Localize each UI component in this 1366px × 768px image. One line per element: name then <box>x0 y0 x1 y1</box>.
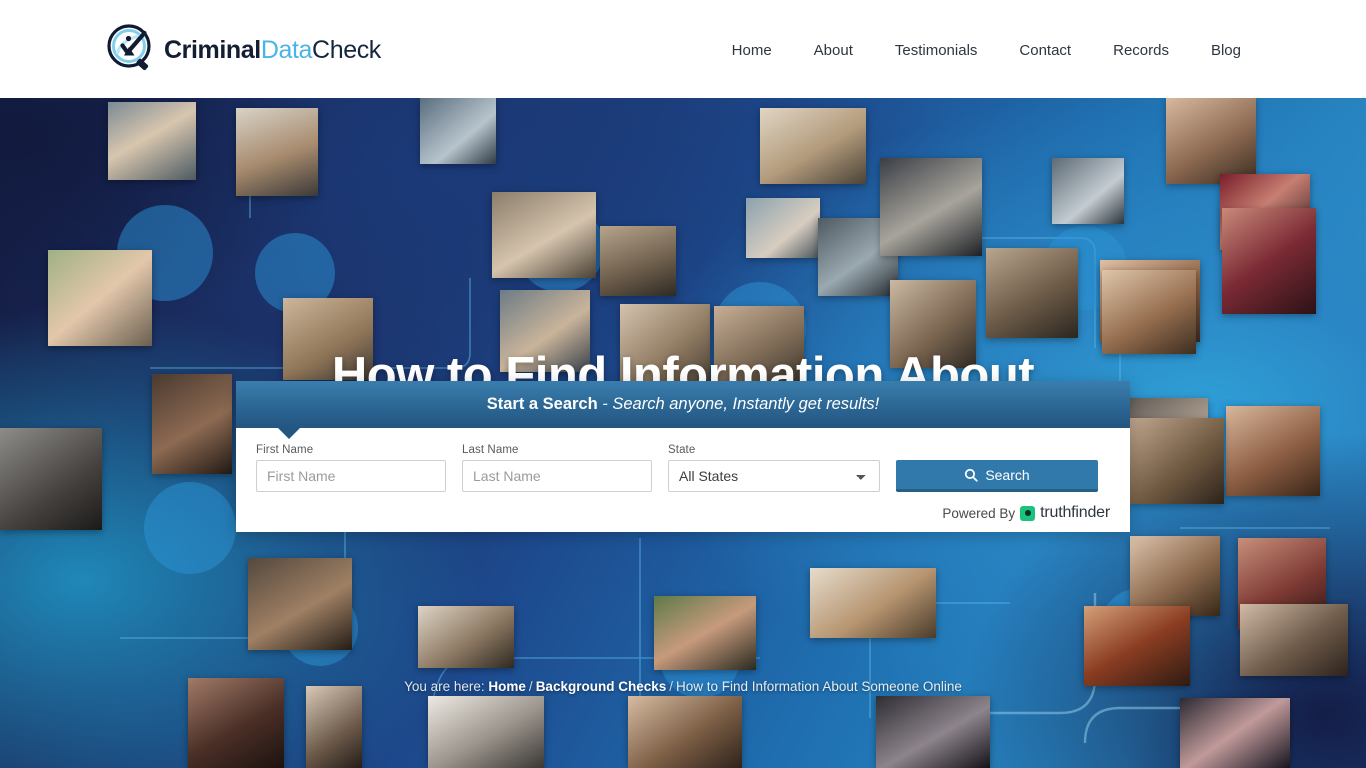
face-tile <box>306 686 362 768</box>
face-tile <box>876 696 990 768</box>
site-header: CriminalDataCheck Home About Testimonial… <box>0 0 1366 98</box>
nav-item-about[interactable]: About <box>793 36 874 65</box>
powered-by-label: Powered By <box>942 505 1016 521</box>
main-navigation: Home About Testimonials Contact Records … <box>711 36 1262 65</box>
face-tile <box>654 596 756 670</box>
face-tile <box>810 568 936 638</box>
breadcrumb: You are here: Home / Background Checks / How… <box>0 679 1366 694</box>
search-widget: Start a Search - Search anyone, Instantl… <box>236 381 1130 532</box>
face-tile <box>428 696 544 768</box>
state-label: State <box>668 444 696 456</box>
last-name-label: Last Name <box>462 444 519 456</box>
face-tile <box>248 558 352 650</box>
nav-item-records[interactable]: Records <box>1092 36 1190 65</box>
nav-item-contact[interactable]: Contact <box>998 36 1092 65</box>
face-tile <box>108 102 196 180</box>
last-name-field-group: Last Name <box>462 444 652 492</box>
search-widget-body: First Name Last Name State All States Se… <box>236 428 1130 532</box>
face-tile <box>880 158 982 256</box>
people-search-form: First Name Last Name State All States Se… <box>256 444 1110 492</box>
site-logo[interactable]: CriminalDataCheck <box>104 22 381 78</box>
search-button[interactable]: Search <box>896 460 1098 492</box>
face-tile <box>492 192 596 278</box>
powered-by: Powered By truthfinder <box>256 504 1110 522</box>
first-name-label: First Name <box>256 444 314 456</box>
face-tile <box>628 696 742 768</box>
breadcrumb-separator: / <box>669 679 673 694</box>
face-tile <box>600 226 676 296</box>
last-name-input[interactable] <box>462 460 652 492</box>
face-tile <box>1052 158 1124 224</box>
first-name-field-group: First Name <box>256 444 446 492</box>
face-tile <box>1222 208 1316 314</box>
search-header-tagline: - Search anyone, Instantly get results! <box>597 395 880 413</box>
magnifier-check-icon <box>104 22 160 78</box>
first-name-input[interactable] <box>256 460 446 492</box>
face-tile <box>418 606 514 668</box>
face-tile <box>986 248 1078 338</box>
breadcrumb-link-home[interactable]: Home <box>488 679 526 694</box>
face-tile <box>1240 604 1348 676</box>
face-tile <box>1130 536 1220 616</box>
breadcrumb-link-section[interactable]: Background Checks <box>536 679 667 694</box>
nav-item-home[interactable]: Home <box>711 36 793 65</box>
brand-part-1: Criminal <box>164 35 261 64</box>
search-icon <box>965 468 978 482</box>
nav-item-testimonials[interactable]: Testimonials <box>874 36 999 65</box>
brand-part-3: Check <box>312 35 381 64</box>
state-field-group: State All States <box>668 444 880 492</box>
face-tile <box>420 98 496 164</box>
brand-part-2: Data <box>260 35 313 64</box>
search-widget-header: Start a Search - Search anyone, Instantl… <box>236 381 1130 439</box>
nav-item-blog[interactable]: Blog <box>1190 36 1262 65</box>
face-tile <box>1084 606 1190 686</box>
face-tile <box>1180 698 1290 768</box>
face-tile <box>760 108 866 184</box>
header-pointer-arrow <box>278 428 300 439</box>
truthfinder-eye-icon <box>1020 505 1036 521</box>
breadcrumb-prefix: You are here: <box>404 679 485 694</box>
breadcrumb-current: How to Find Information About Someone On… <box>676 679 962 694</box>
face-tile <box>236 108 318 196</box>
state-select[interactable]: All States <box>668 460 880 492</box>
face-tile <box>48 250 152 346</box>
brand-wordmark: CriminalDataCheck <box>164 36 381 65</box>
face-tile <box>1166 98 1256 184</box>
truthfinder-brand: truthfinder <box>1040 504 1110 521</box>
breadcrumb-separator: / <box>528 679 533 694</box>
search-button-label: Search <box>985 466 1030 483</box>
search-header-strong: Start a Search <box>486 395 598 413</box>
face-tile <box>746 198 820 258</box>
